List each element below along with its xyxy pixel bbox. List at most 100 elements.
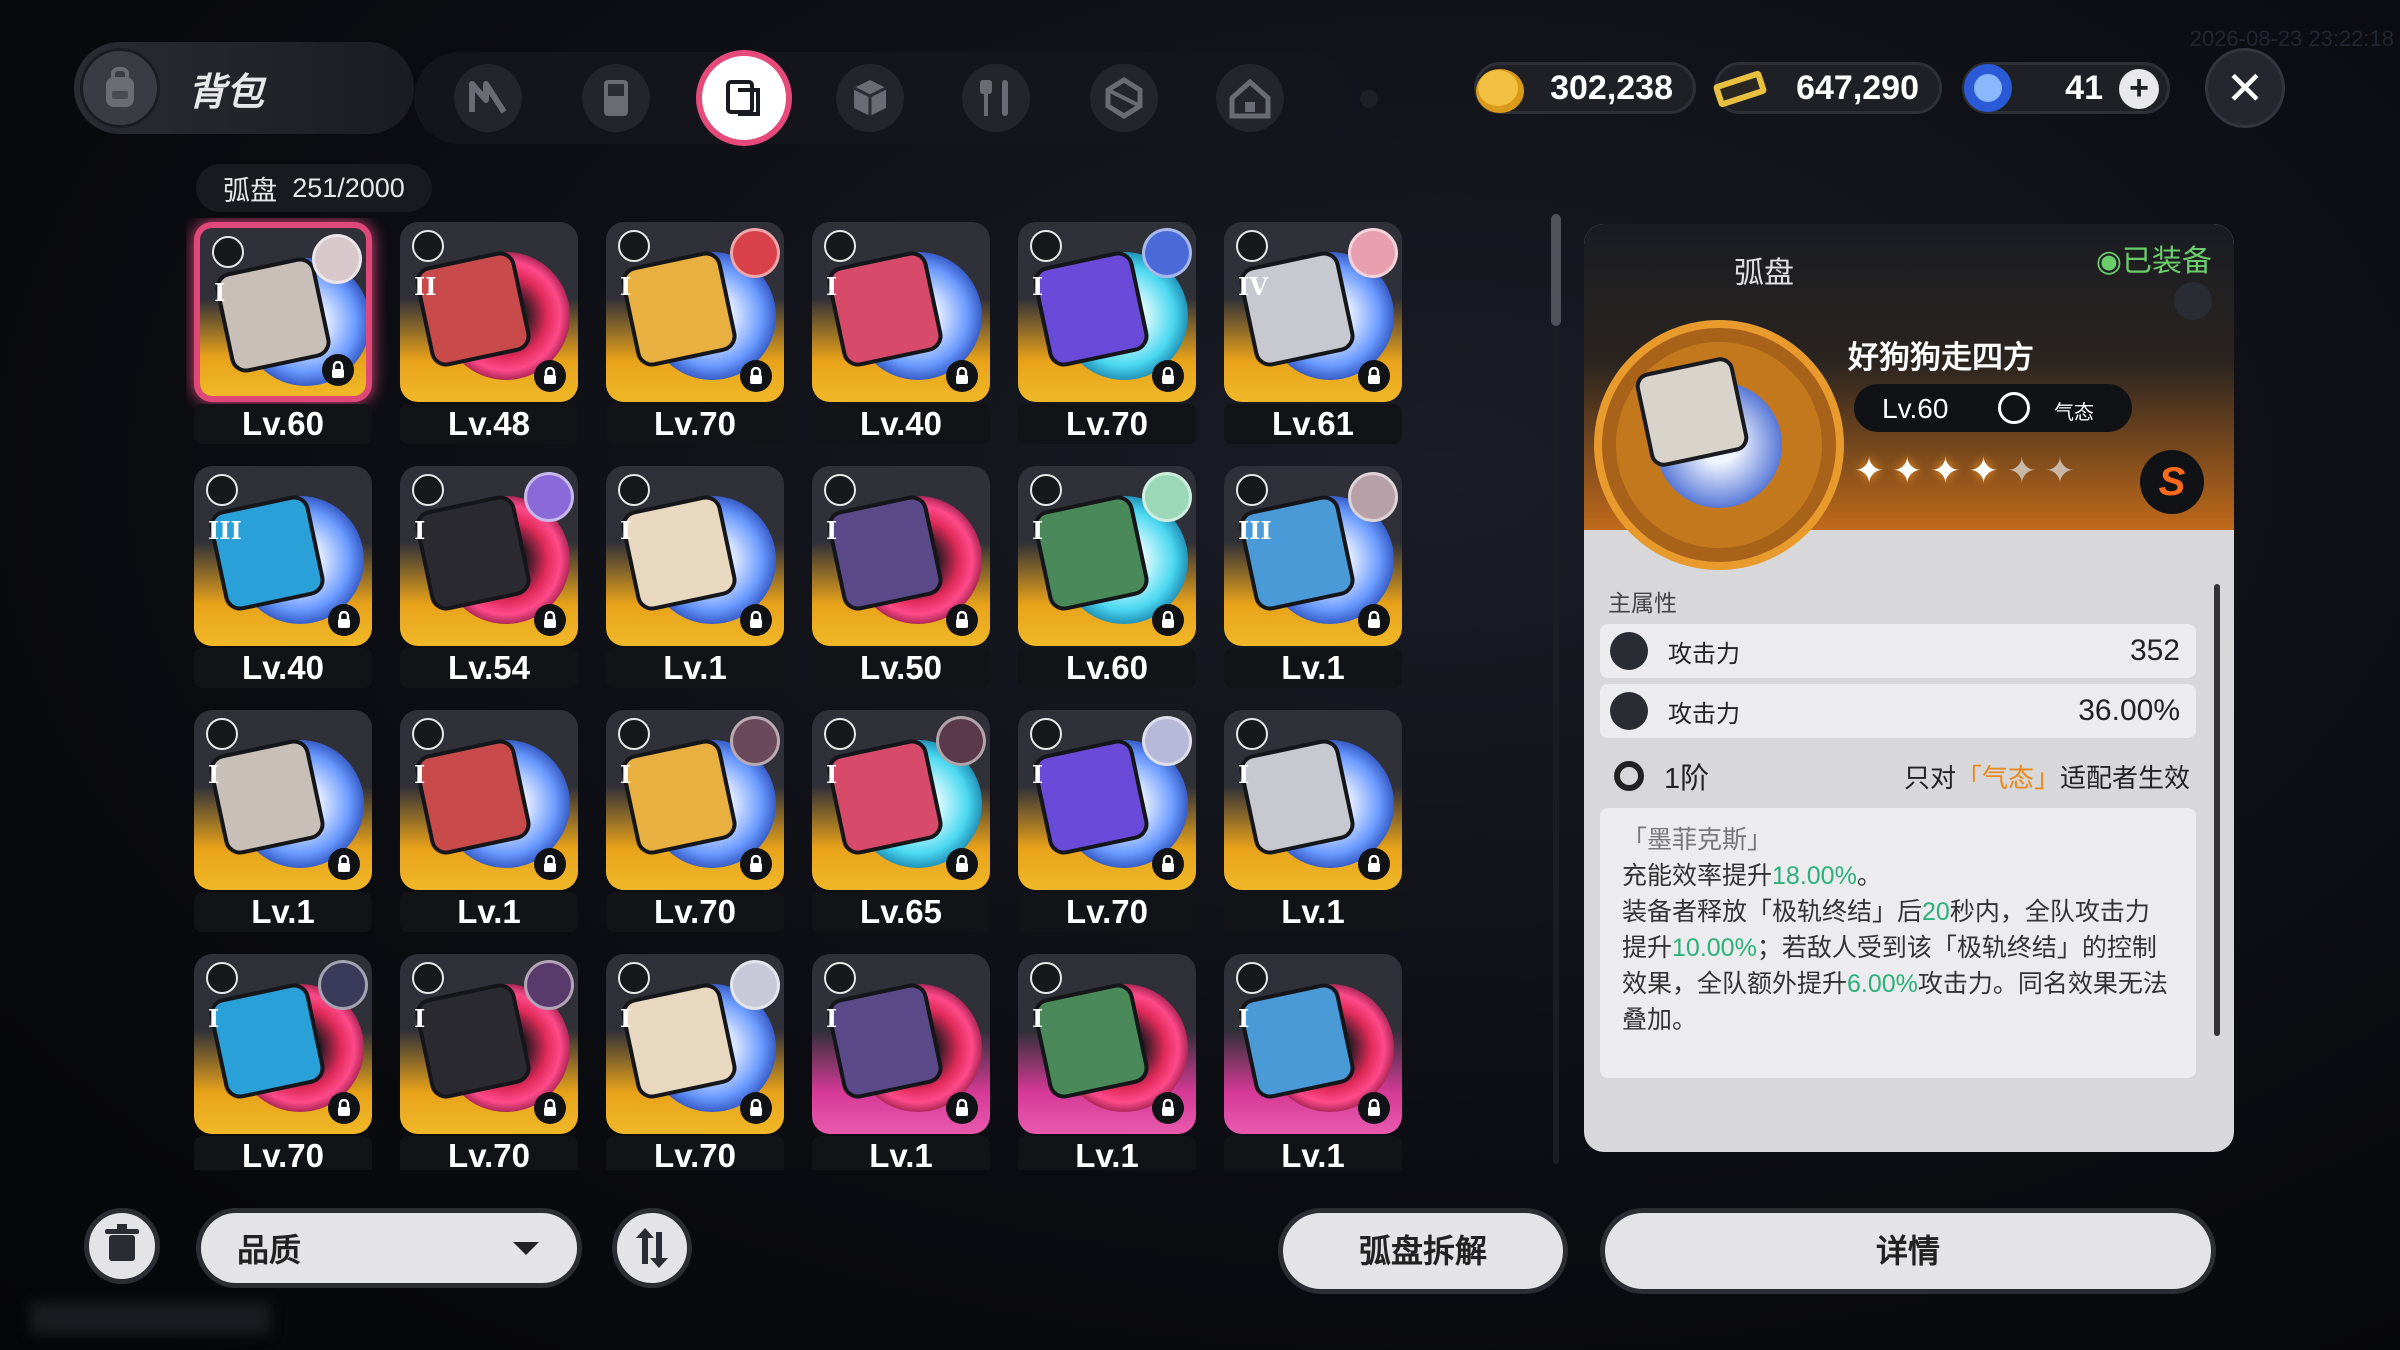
disc-card[interactable]: I Lv.1 [1216,706,1402,946]
gold-coin-icon [1476,69,1524,113]
disc-card[interactable]: III Lv.40 [186,462,372,702]
lock-icon[interactable] [328,604,360,636]
lock-icon[interactable] [328,1092,360,1124]
disc-card[interactable]: IV Lv.61 [1216,218,1402,458]
disc-card[interactable]: I Lv.54 [392,462,578,702]
disc-medal-image [1594,320,1844,570]
lock-icon[interactable] [946,604,978,636]
disc-card[interactable]: I Lv.70 [1010,706,1196,946]
disc-card-image: I [194,954,372,1134]
disc-level: Lv.70 [194,1136,372,1170]
detail-lock-icon[interactable] [2174,282,2212,320]
slot-numeral: I [214,278,226,307]
character-avatar [1348,228,1398,278]
lock-icon[interactable] [1152,848,1184,880]
lock-icon[interactable] [1152,604,1184,636]
add-crystal-button[interactable]: + [2119,69,2159,109]
disc-card[interactable]: I Lv.70 [392,950,578,1170]
disc-card-image: III [1224,466,1402,646]
disc-card[interactable]: I Lv.1 [392,706,578,946]
tab-cube[interactable] [836,64,904,132]
grid-scrollbar-thumb[interactable] [1551,214,1561,326]
character-avatar [1142,716,1192,766]
disc-art [824,980,946,1102]
lock-icon[interactable] [328,848,360,880]
discard-button[interactable] [84,1208,160,1284]
disc-card[interactable]: I Lv.1 [598,462,784,702]
lock-icon[interactable] [1152,1092,1184,1124]
disc-card[interactable]: I Lv.1 [186,706,372,946]
star-icon: ✦ [1892,450,1931,491]
chevron-down-icon [513,1242,539,1255]
element-icon [1236,474,1268,506]
disc-card[interactable]: III Lv.1 [1216,462,1402,702]
ticket-currency: 647,290 [1713,62,1942,114]
lock-icon[interactable] [322,354,354,386]
sort-order-button[interactable] [612,1208,692,1288]
grid-scrollbar[interactable] [1553,214,1559,1164]
quality-label: 品质 [237,1232,302,1268]
disc-art [412,492,534,614]
lock-icon[interactable] [946,848,978,880]
tab-gameboy[interactable] [582,64,650,132]
lock-icon[interactable] [1358,1092,1390,1124]
quality-filter-dropdown[interactable]: 品质 [196,1208,582,1288]
element-icon [1030,718,1062,750]
disc-card[interactable]: I Lv.65 [804,706,990,946]
disc-card[interactable]: I Lv.70 [186,950,372,1170]
equipped-status: ◉已装备 [2095,245,2212,278]
detail-scrollbar[interactable] [2214,584,2220,1036]
disc-level: Lv.60 [1882,393,1949,424]
lock-icon[interactable] [1152,360,1184,392]
slot-numeral: I [1032,516,1044,545]
lock-icon[interactable] [740,1092,772,1124]
disc-card[interactable]: I Lv.70 [598,950,784,1170]
disc-card[interactable]: I Lv.1 [1010,950,1196,1170]
dismantle-button[interactable]: 弧盘拆解 [1278,1208,1568,1294]
slot-numeral: IV [1238,272,1268,301]
disc-card[interactable]: I Lv.1 [1216,950,1402,1170]
disc-card[interactable]: I Lv.70 [1010,218,1196,458]
disc-card[interactable]: I Lv.1 [804,950,990,1170]
disc-card[interactable]: II Lv.48 [392,218,578,458]
lock-icon[interactable] [534,848,566,880]
disc-card[interactable]: I Lv.40 [804,218,990,458]
crystal-amount: 41 [2065,68,2103,107]
tab-fork-knife[interactable] [962,64,1030,132]
disc-card[interactable]: I Lv.60 [1010,462,1196,702]
lock-icon[interactable] [534,360,566,392]
disc-card[interactable]: I Lv.70 [598,218,784,458]
lock-icon[interactable] [946,1092,978,1124]
lock-icon[interactable] [534,1092,566,1124]
effect-title: 「墨菲克斯」 [1622,826,1773,854]
lock-icon[interactable] [740,848,772,880]
lock-icon[interactable] [740,604,772,636]
character-avatar [730,960,780,1010]
element-icon [618,230,650,262]
lock-icon[interactable] [946,360,978,392]
tier-note: 只对「气态」适配者生效 [1904,758,2190,795]
close-button[interactable]: ✕ [2205,48,2285,128]
tab-home[interactable] [1216,64,1284,132]
tab-disc-drive[interactable] [696,50,792,146]
disc-level: Lv.40 [812,404,990,444]
details-button[interactable]: 详情 [1600,1208,2216,1294]
disc-card-image: I [400,466,578,646]
lock-icon[interactable] [1358,604,1390,636]
disc-card-image: I [1018,954,1196,1134]
lock-icon[interactable] [740,360,772,392]
tab-package[interactable] [1090,64,1158,132]
disc-level: Lv.1 [1224,892,1402,932]
element-icon [1236,962,1268,994]
lock-icon[interactable] [1358,360,1390,392]
disc-card[interactable]: I Lv.50 [804,462,990,702]
disc-card-image: IV [1224,222,1402,402]
disc-card[interactable]: I Lv.60 [186,218,372,458]
slot-numeral: I [826,516,838,545]
inventory-count: 弧盘 251/2000 [196,164,432,212]
lock-icon[interactable] [534,604,566,636]
lock-icon[interactable] [1358,848,1390,880]
tab-n-logo[interactable] [454,64,522,132]
element-icon [1030,474,1062,506]
disc-card[interactable]: I Lv.70 [598,706,784,946]
